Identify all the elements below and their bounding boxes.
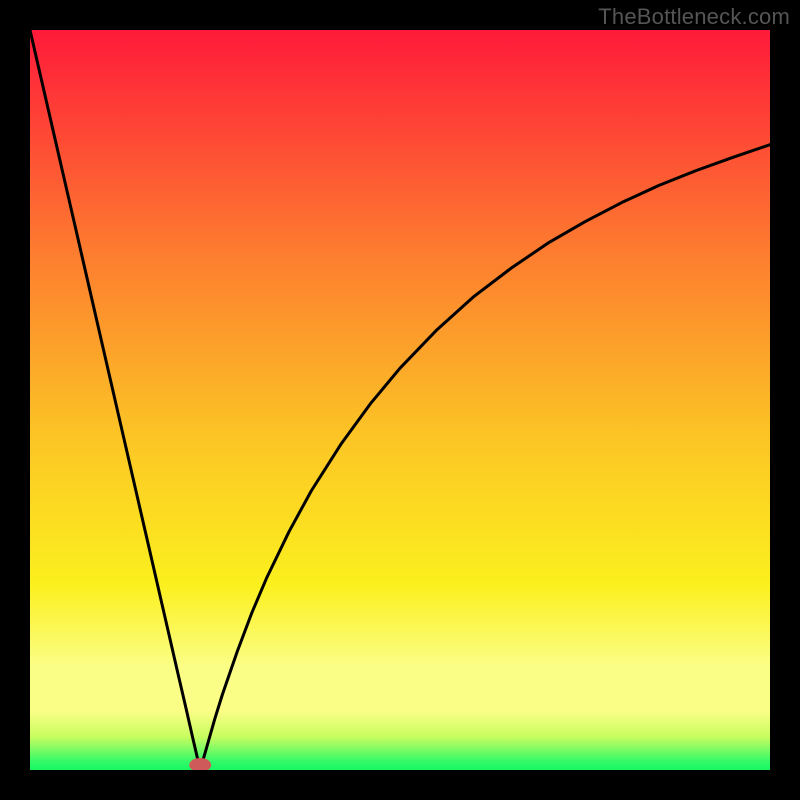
chart-frame: TheBottleneck.com xyxy=(0,0,800,800)
attribution-text: TheBottleneck.com xyxy=(598,4,790,30)
plot-area xyxy=(30,30,770,770)
gradient-background xyxy=(30,30,770,770)
chart-svg xyxy=(30,30,770,770)
